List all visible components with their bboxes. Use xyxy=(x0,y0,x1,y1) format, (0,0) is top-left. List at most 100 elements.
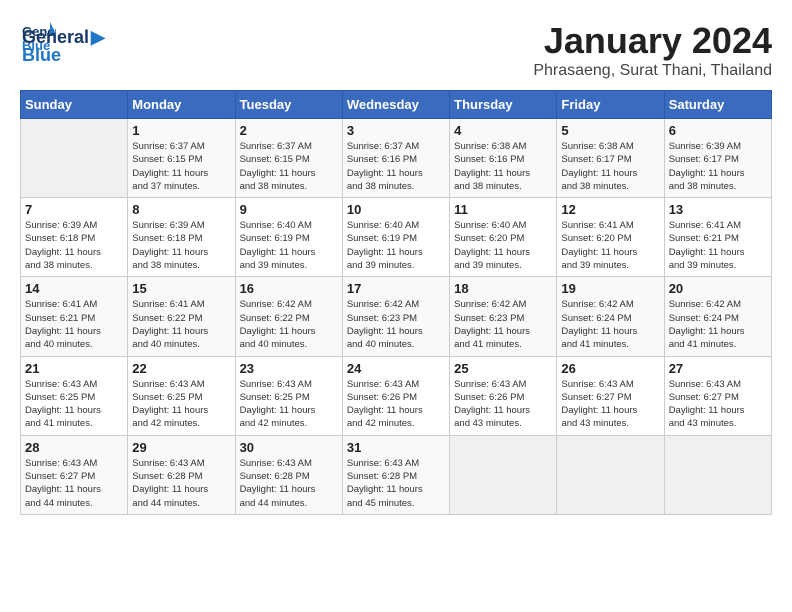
calendar-week-2: 7 Sunrise: 6:39 AM Sunset: 6:18 PM Daylig… xyxy=(21,198,772,277)
logo: General Blue General▶ Blue xyxy=(20,20,105,64)
day-number: 9 xyxy=(240,202,338,217)
day-number: 3 xyxy=(347,123,445,138)
calendar-body: 1Sunrise: 6:37 AM Sunset: 6:15 PM Daylig… xyxy=(21,119,772,515)
day-info: Sunrise: 6:43 AM Sunset: 6:25 PM Dayligh… xyxy=(25,378,123,431)
weekday-header-friday: Friday xyxy=(557,91,664,119)
day-number: 26 xyxy=(561,361,659,376)
day-number: 24 xyxy=(347,361,445,376)
day-number: 23 xyxy=(240,361,338,376)
calendar-cell: 30 Sunrise: 6:43 AM Sunset: 6:28 PM Dayli… xyxy=(235,435,342,514)
calendar-cell: 2 Sunrise: 6:37 AM Sunset: 6:15 PM Daylig… xyxy=(235,119,342,198)
calendar-cell: 1Sunrise: 6:37 AM Sunset: 6:15 PM Daylig… xyxy=(128,119,235,198)
calendar-cell: 25 Sunrise: 6:43 AM Sunset: 6:26 PM Dayli… xyxy=(450,356,557,435)
day-info: Sunrise: 6:39 AM Sunset: 6:18 PM Dayligh… xyxy=(132,219,230,272)
calendar-cell: 11 Sunrise: 6:40 AM Sunset: 6:20 PM Dayli… xyxy=(450,198,557,277)
calendar-cell: 20 Sunrise: 6:42 AM Sunset: 6:24 PM Dayli… xyxy=(664,277,771,356)
day-number: 7 xyxy=(25,202,123,217)
day-number: 20 xyxy=(669,281,767,296)
day-number: 18 xyxy=(454,281,552,296)
day-number: 2 xyxy=(240,123,338,138)
calendar-week-3: 14 Sunrise: 6:41 AM Sunset: 6:21 PM Dayli… xyxy=(21,277,772,356)
calendar-cell: 15 Sunrise: 6:41 AM Sunset: 6:22 PM Dayli… xyxy=(128,277,235,356)
calendar-cell: 17Sunrise: 6:42 AM Sunset: 6:23 PM Dayli… xyxy=(342,277,449,356)
day-info: Sunrise: 6:42 AM Sunset: 6:23 PM Dayligh… xyxy=(454,298,552,351)
day-info: Sunrise: 6:38 AM Sunset: 6:16 PM Dayligh… xyxy=(454,140,552,193)
day-number: 25 xyxy=(454,361,552,376)
month-title: January 2024 xyxy=(533,20,772,62)
calendar-cell: 31 Sunrise: 6:43 AM Sunset: 6:28 PM Dayli… xyxy=(342,435,449,514)
calendar-cell: 8 Sunrise: 6:39 AM Sunset: 6:18 PM Daylig… xyxy=(128,198,235,277)
calendar-cell: 5 Sunrise: 6:38 AM Sunset: 6:17 PM Daylig… xyxy=(557,119,664,198)
day-info: Sunrise: 6:39 AM Sunset: 6:18 PM Dayligh… xyxy=(25,219,123,272)
day-info: Sunrise: 6:43 AM Sunset: 6:25 PM Dayligh… xyxy=(132,378,230,431)
weekday-header-tuesday: Tuesday xyxy=(235,91,342,119)
calendar-cell: 28Sunrise: 6:43 AM Sunset: 6:27 PM Dayli… xyxy=(21,435,128,514)
calendar-cell: 22Sunrise: 6:43 AM Sunset: 6:25 PM Dayli… xyxy=(128,356,235,435)
calendar-cell: 12 Sunrise: 6:41 AM Sunset: 6:20 PM Dayli… xyxy=(557,198,664,277)
day-info: Sunrise: 6:43 AM Sunset: 6:28 PM Dayligh… xyxy=(347,457,445,510)
calendar-cell: 18 Sunrise: 6:42 AM Sunset: 6:23 PM Dayli… xyxy=(450,277,557,356)
day-info: Sunrise: 6:43 AM Sunset: 6:27 PM Dayligh… xyxy=(561,378,659,431)
calendar-cell: 7 Sunrise: 6:39 AM Sunset: 6:18 PM Daylig… xyxy=(21,198,128,277)
calendar-cell: 29 Sunrise: 6:43 AM Sunset: 6:28 PM Dayli… xyxy=(128,435,235,514)
calendar-cell xyxy=(557,435,664,514)
day-number: 30 xyxy=(240,440,338,455)
day-number: 21 xyxy=(25,361,123,376)
calendar-cell: 14 Sunrise: 6:41 AM Sunset: 6:21 PM Dayli… xyxy=(21,277,128,356)
calendar-cell: 19 Sunrise: 6:42 AM Sunset: 6:24 PM Dayli… xyxy=(557,277,664,356)
day-number: 12 xyxy=(561,202,659,217)
day-number: 11 xyxy=(454,202,552,217)
day-info: Sunrise: 6:38 AM Sunset: 6:17 PM Dayligh… xyxy=(561,140,659,193)
calendar-week-4: 21 Sunrise: 6:43 AM Sunset: 6:25 PM Dayli… xyxy=(21,356,772,435)
day-info: Sunrise: 6:42 AM Sunset: 6:24 PM Dayligh… xyxy=(669,298,767,351)
calendar-cell: 13Sunrise: 6:41 AM Sunset: 6:21 PM Dayli… xyxy=(664,198,771,277)
calendar-week-5: 28Sunrise: 6:43 AM Sunset: 6:27 PM Dayli… xyxy=(21,435,772,514)
weekday-header-wednesday: Wednesday xyxy=(342,91,449,119)
calendar-cell: 9 Sunrise: 6:40 AM Sunset: 6:19 PM Daylig… xyxy=(235,198,342,277)
calendar-cell: 6Sunrise: 6:39 AM Sunset: 6:17 PM Daylig… xyxy=(664,119,771,198)
day-number: 13 xyxy=(669,202,767,217)
day-info: Sunrise: 6:41 AM Sunset: 6:21 PM Dayligh… xyxy=(25,298,123,351)
calendar-header: SundayMondayTuesdayWednesdayThursdayFrid… xyxy=(21,91,772,119)
calendar-week-1: 1Sunrise: 6:37 AM Sunset: 6:15 PM Daylig… xyxy=(21,119,772,198)
day-number: 16 xyxy=(240,281,338,296)
page-header: General Blue General▶ Blue January 2024 … xyxy=(20,20,772,80)
day-info: Sunrise: 6:40 AM Sunset: 6:20 PM Dayligh… xyxy=(454,219,552,272)
weekday-header-sunday: Sunday xyxy=(21,91,128,119)
day-number: 15 xyxy=(132,281,230,296)
day-number: 14 xyxy=(25,281,123,296)
day-info: Sunrise: 6:43 AM Sunset: 6:28 PM Dayligh… xyxy=(240,457,338,510)
day-info: Sunrise: 6:37 AM Sunset: 6:15 PM Dayligh… xyxy=(132,140,230,193)
day-number: 19 xyxy=(561,281,659,296)
day-info: Sunrise: 6:41 AM Sunset: 6:22 PM Dayligh… xyxy=(132,298,230,351)
calendar-cell xyxy=(21,119,128,198)
location-title: Phrasaeng, Surat Thani, Thailand xyxy=(533,62,772,80)
day-info: Sunrise: 6:43 AM Sunset: 6:28 PM Dayligh… xyxy=(132,457,230,510)
day-number: 8 xyxy=(132,202,230,217)
day-number: 29 xyxy=(132,440,230,455)
day-number: 4 xyxy=(454,123,552,138)
day-info: Sunrise: 6:42 AM Sunset: 6:24 PM Dayligh… xyxy=(561,298,659,351)
day-info: Sunrise: 6:37 AM Sunset: 6:15 PM Dayligh… xyxy=(240,140,338,193)
calendar-cell: 21 Sunrise: 6:43 AM Sunset: 6:25 PM Dayli… xyxy=(21,356,128,435)
day-info: Sunrise: 6:42 AM Sunset: 6:22 PM Dayligh… xyxy=(240,298,338,351)
calendar-cell: 23Sunrise: 6:43 AM Sunset: 6:25 PM Dayli… xyxy=(235,356,342,435)
calendar-cell: 24 Sunrise: 6:43 AM Sunset: 6:26 PM Dayli… xyxy=(342,356,449,435)
day-number: 31 xyxy=(347,440,445,455)
weekday-header-saturday: Saturday xyxy=(664,91,771,119)
calendar-cell: 16 Sunrise: 6:42 AM Sunset: 6:22 PM Dayli… xyxy=(235,277,342,356)
calendar-cell: 3 Sunrise: 6:37 AM Sunset: 6:16 PM Daylig… xyxy=(342,119,449,198)
title-block: January 2024 Phrasaeng, Surat Thani, Tha… xyxy=(533,20,772,80)
calendar-cell: 10 Sunrise: 6:40 AM Sunset: 6:19 PM Dayli… xyxy=(342,198,449,277)
day-info: Sunrise: 6:43 AM Sunset: 6:26 PM Dayligh… xyxy=(454,378,552,431)
day-info: Sunrise: 6:40 AM Sunset: 6:19 PM Dayligh… xyxy=(347,219,445,272)
day-number: 5 xyxy=(561,123,659,138)
day-info: Sunrise: 6:37 AM Sunset: 6:16 PM Dayligh… xyxy=(347,140,445,193)
day-number: 10 xyxy=(347,202,445,217)
calendar-cell xyxy=(664,435,771,514)
day-info: Sunrise: 6:43 AM Sunset: 6:26 PM Dayligh… xyxy=(347,378,445,431)
day-info: Sunrise: 6:40 AM Sunset: 6:19 PM Dayligh… xyxy=(240,219,338,272)
day-info: Sunrise: 6:43 AM Sunset: 6:27 PM Dayligh… xyxy=(25,457,123,510)
day-info: Sunrise: 6:41 AM Sunset: 6:20 PM Dayligh… xyxy=(561,219,659,272)
day-info: Sunrise: 6:42 AM Sunset: 6:23 PM Dayligh… xyxy=(347,298,445,351)
